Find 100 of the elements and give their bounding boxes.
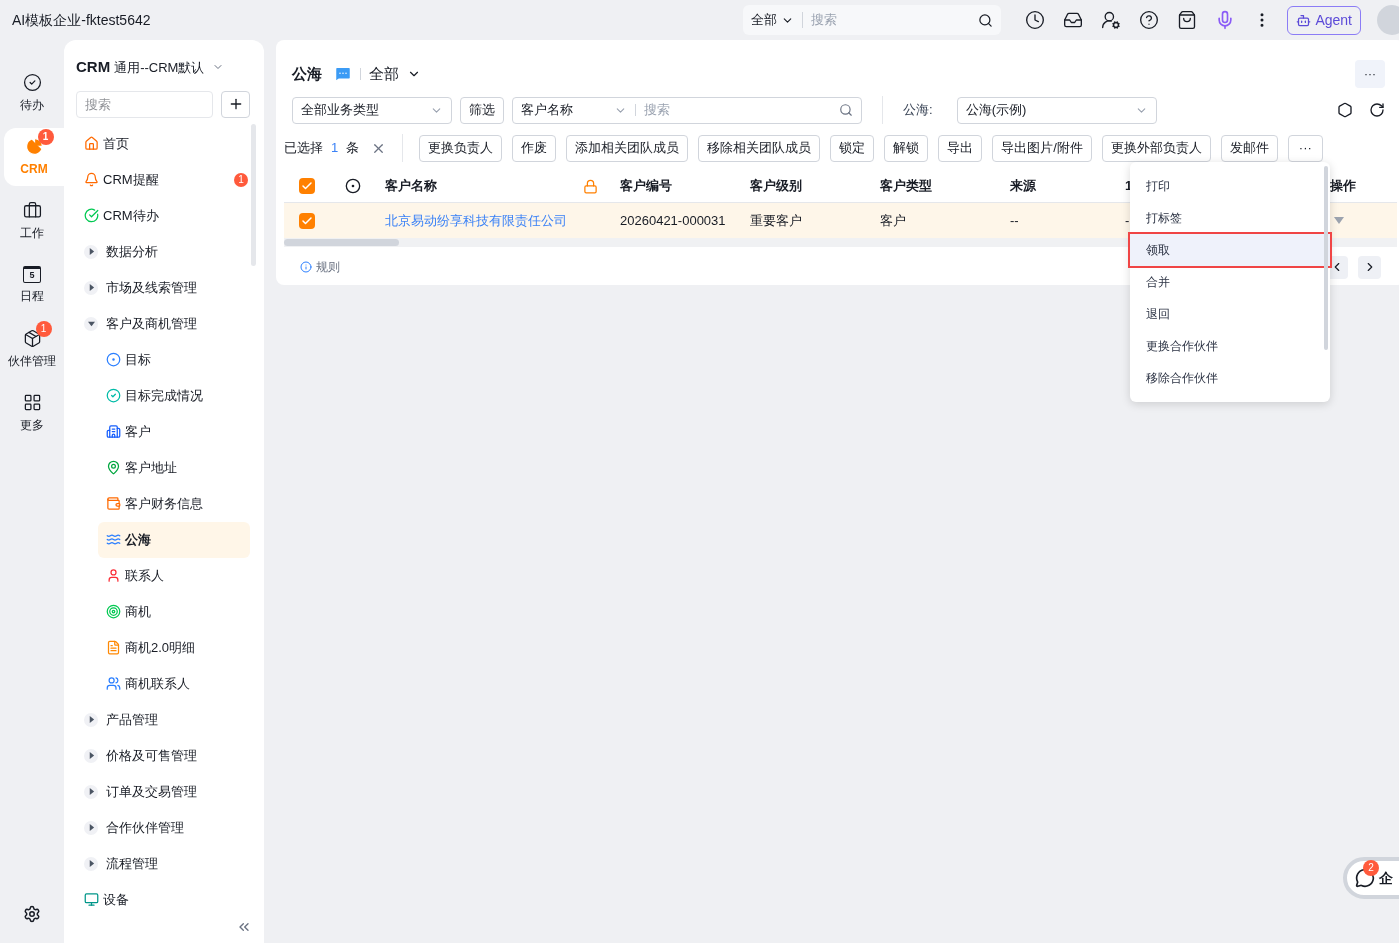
menu-group[interactable]: 产品管理 xyxy=(64,701,264,738)
action-button[interactable]: 移除相关团队成员 xyxy=(698,134,821,162)
action-button[interactable]: 解锁 xyxy=(884,134,929,162)
scope-selector[interactable]: 全部 xyxy=(751,10,795,30)
menu-label: 公海 xyxy=(125,530,151,549)
menu-option[interactable]: 领取 xyxy=(1130,234,1330,266)
menu-item[interactable]: 设备 xyxy=(64,881,264,918)
rail-item[interactable]: 待办 xyxy=(0,64,64,122)
menu-item[interactable]: 商机2.0明细 xyxy=(98,629,250,666)
table-cell: 20260421-000031 xyxy=(620,212,726,228)
action-button[interactable]: 锁定 xyxy=(830,134,875,162)
action-button[interactable]: 更换外部负责人 xyxy=(1101,134,1211,162)
sidebar-search-field[interactable]: 搜索 xyxy=(76,90,213,118)
rail-item[interactable]: 工作 xyxy=(0,192,64,250)
menu-item[interactable]: 目标 xyxy=(98,341,250,378)
action-button[interactable]: 导出 xyxy=(938,134,983,162)
rail-icon xyxy=(22,328,42,348)
group-label: 市场及线索管理 xyxy=(106,278,197,297)
filter-button[interactable]: 筛选 xyxy=(460,96,504,124)
group-label: 数据分析 xyxy=(106,242,158,261)
header-checkbox[interactable] xyxy=(299,178,315,194)
menu-item[interactable]: 客户地址 xyxy=(98,449,250,486)
view-selector[interactable]: 全部 xyxy=(369,62,421,86)
menu-item[interactable]: 商机联系人 xyxy=(98,665,250,702)
menu-item[interactable]: CRM提醒 1 xyxy=(64,161,264,198)
rail-icon xyxy=(22,200,42,220)
menu-icon xyxy=(106,568,121,583)
info-icon xyxy=(300,261,312,273)
menu-icon xyxy=(84,892,99,907)
pool-label: 公海: xyxy=(903,101,933,120)
menu-option[interactable]: 退回 xyxy=(1130,298,1330,330)
more-actions-button[interactable]: ··· xyxy=(1287,134,1323,162)
menu-label: 首页 xyxy=(103,134,129,153)
menu-item[interactable]: 目标完成情况 xyxy=(98,377,250,414)
menu-item[interactable]: 商机 xyxy=(98,593,250,630)
menu-item[interactable]: CRM待办 xyxy=(64,197,264,234)
scrollbar-thumb[interactable] xyxy=(284,239,399,246)
app-view[interactable]: 通用--CRM默认 xyxy=(114,57,205,77)
customer-link[interactable]: 北京易动纷享科技有限责任公司 xyxy=(385,212,567,228)
bag-icon[interactable] xyxy=(1177,10,1198,30)
caret-right-icon xyxy=(84,820,98,835)
add-button[interactable] xyxy=(221,90,250,118)
action-button[interactable]: 更换负责人 xyxy=(419,134,503,162)
window-title: AI模板企业-fktest5642 xyxy=(12,10,151,30)
menu-group[interactable]: 客户及商机管理 xyxy=(64,305,264,342)
pool-select[interactable]: 公海(示例) xyxy=(956,96,1157,124)
field-label: 客户名称 xyxy=(521,101,574,120)
field-search[interactable]: 客户名称 搜索 xyxy=(512,96,862,124)
menu-icon xyxy=(106,352,121,367)
group-label: 产品管理 xyxy=(106,710,158,729)
refresh-icon[interactable] xyxy=(1369,102,1385,118)
action-button[interactable]: 发邮件 xyxy=(1220,134,1278,162)
check-icon xyxy=(301,214,313,227)
menu-label: 商机2.0明细 xyxy=(125,638,196,657)
action-button[interactable]: 作废 xyxy=(512,134,557,162)
menu-group[interactable]: 价格及可售管理 xyxy=(64,737,264,774)
next-page-button[interactable] xyxy=(1358,255,1381,279)
menu-group[interactable]: 合作伙伴管理 xyxy=(64,809,264,846)
menu-option[interactable]: 更换合作伙伴 xyxy=(1130,330,1330,362)
contacts-icon[interactable] xyxy=(1101,10,1122,30)
menu-icon xyxy=(106,496,121,511)
agent-button[interactable]: Agent xyxy=(1287,5,1361,35)
lock-icon[interactable] xyxy=(583,178,598,194)
chat-icon[interactable] xyxy=(334,65,352,83)
menu-item[interactable]: 首页 xyxy=(64,125,264,162)
rail-item[interactable]: 1 伙伴管理 xyxy=(0,320,64,378)
business-type-select[interactable]: 全部业务类型 xyxy=(292,96,452,124)
action-button[interactable]: 导出图片/附件 xyxy=(992,134,1092,162)
row-checkbox[interactable] xyxy=(299,212,315,229)
action-button[interactable]: 添加相关团队成员 xyxy=(566,134,689,162)
column-settings-icon[interactable] xyxy=(344,178,361,194)
rules-link[interactable]: 规则 xyxy=(316,258,340,276)
count-badge: 1 xyxy=(234,172,248,187)
menu-option[interactable]: 打印 xyxy=(1130,170,1330,202)
more-button[interactable]: ··· xyxy=(1355,60,1385,88)
menu-group[interactable]: 订单及交易管理 xyxy=(64,773,264,810)
clock-icon[interactable] xyxy=(1025,10,1046,30)
column-header: 操作 xyxy=(1330,177,1356,196)
search-icon[interactable] xyxy=(978,12,994,28)
help-icon[interactable] xyxy=(1139,10,1160,30)
rail-item[interactable]: 5 日程 xyxy=(0,256,64,314)
menu-option[interactable]: 移除合作伙伴 xyxy=(1130,362,1330,394)
menu-icon xyxy=(106,604,121,619)
group-label: 客户及商机管理 xyxy=(106,314,197,333)
group-label: 合作伙伴管理 xyxy=(106,818,184,837)
menu-group[interactable]: 流程管理 xyxy=(64,845,264,882)
rail-item[interactable]: 更多 xyxy=(0,384,64,442)
inbox-icon[interactable] xyxy=(1063,10,1084,30)
menu-group[interactable]: 市场及线索管理 xyxy=(64,269,264,306)
calendar-date: 5 xyxy=(23,265,41,283)
chat-widget[interactable]: 2 企 xyxy=(1343,857,1399,899)
column-header: 客户类型 xyxy=(880,177,932,196)
menu-item[interactable]: 客户财务信息 xyxy=(98,485,250,522)
menu-group[interactable]: 数据分析 xyxy=(64,233,264,270)
menu-item[interactable]: 客户 xyxy=(98,413,250,450)
menu-item[interactable]: 联系人 xyxy=(98,557,250,594)
menu-option[interactable]: 打标签 xyxy=(1130,202,1330,234)
menu-option[interactable]: 合并 xyxy=(1130,266,1330,298)
menu-item[interactable]: 公海 xyxy=(98,521,250,558)
search-field[interactable]: 全部 搜索 xyxy=(743,5,1002,35)
